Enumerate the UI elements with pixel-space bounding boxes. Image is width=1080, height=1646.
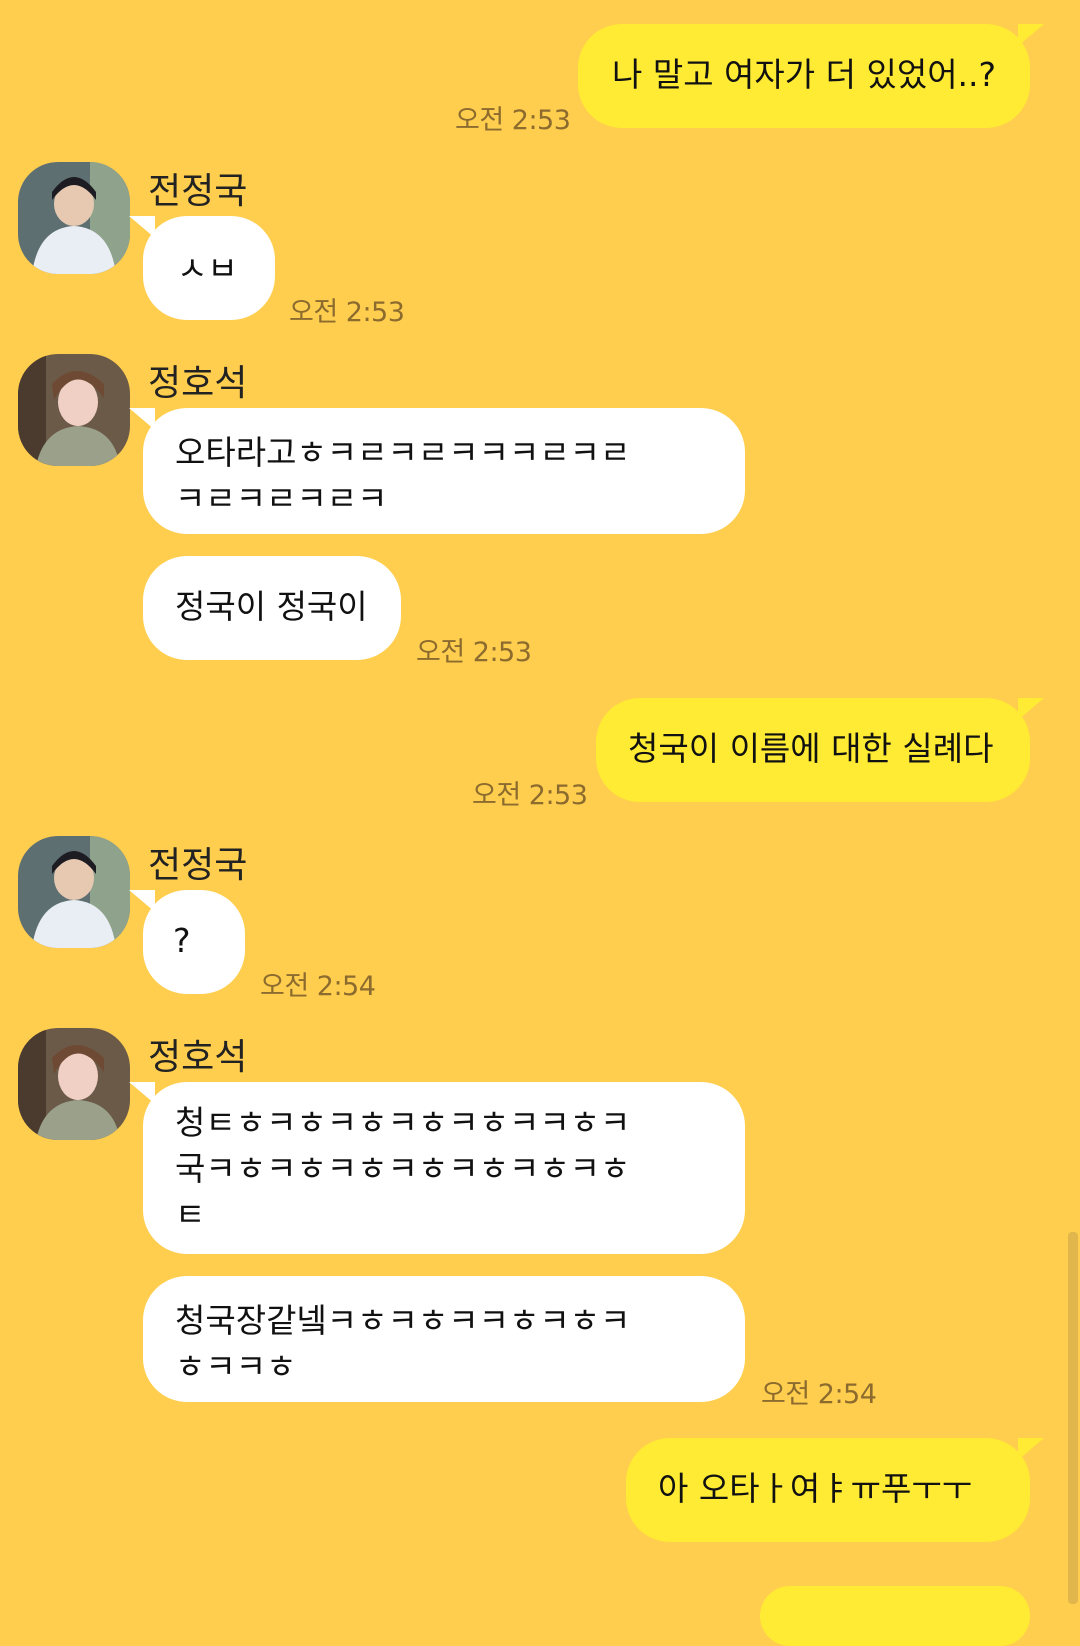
message-text: 정국이 정국이 (175, 587, 368, 626)
incoming-message-bubble[interactable]: ? (129, 890, 245, 994)
bubble-tail (1018, 24, 1044, 46)
profile-photo-icon (18, 1028, 130, 1140)
message-text: ㅅㅂ (177, 249, 238, 288)
incoming-message-bubble[interactable]: 청국장같넼ㅋㅎㅋㅎㅋㅋㅎㅋㅎㅋ ㅎㅋㅋㅎ (143, 1276, 745, 1402)
bubble-tail (129, 1082, 155, 1104)
message-timestamp: 오전 2:54 (761, 1379, 877, 1410)
outgoing-message-bubble[interactable]: 나 말고 여자가 더 있었어..? (578, 24, 1044, 128)
message-text: 아 오타ㅏ여ㅑㅠ푸ㅜㅜ (658, 1469, 973, 1508)
message-text: 청ㅌㅎㅋㅎㅋㅎㅋㅎㅋㅎㅋㅋㅎㅋ (175, 1103, 631, 1142)
bubble-tail (129, 408, 155, 430)
message-text: 청국이 이름에 대한 실례다 (628, 729, 994, 768)
avatar-hoseok[interactable] (18, 354, 130, 466)
bubble-tail (1018, 1438, 1044, 1460)
incoming-message-bubble[interactable]: 청ㅌㅎㅋㅎㅋㅎㅋㅎㅋㅎㅋㅋㅎㅋ 국ㅋㅎㅋㅎㅋㅎㅋㅎㅋㅎㅋㅎㅋㅎ ㅌ (129, 1082, 745, 1254)
message-text: ㅎㅋㅋㅎ (175, 1347, 297, 1386)
message-timestamp: 오전 2:53 (289, 297, 405, 328)
message-timestamp: 오전 2:54 (260, 971, 376, 1002)
outgoing-message-bubble[interactable]: 아 오타ㅏ여ㅑㅠ푸ㅜㅜ (626, 1438, 1044, 1542)
message-text: ㅌ (175, 1195, 206, 1234)
message-text: 국ㅋㅎㅋㅎㅋㅎㅋㅎㅋㅎㅋㅎㅋㅎ (175, 1149, 631, 1188)
message-timestamp: 오전 2:53 (455, 105, 571, 136)
sender-name: 전정국 (148, 845, 248, 886)
sender-name: 정호석 (148, 1037, 248, 1078)
message-text: ? (173, 921, 191, 960)
avatar-jungkook[interactable] (18, 162, 130, 274)
bubble-tail (129, 216, 155, 238)
outgoing-message-bubble-partial (760, 1586, 1030, 1646)
profile-photo-icon (18, 836, 130, 948)
avatar-jungkook[interactable] (18, 836, 130, 948)
sender-name: 전정국 (148, 171, 248, 212)
incoming-message-bubble[interactable]: 정국이 정국이 (143, 556, 401, 660)
bubble-tail (129, 890, 155, 912)
bubble-tail (1018, 698, 1044, 720)
outgoing-message-bubble[interactable]: 청국이 이름에 대한 실례다 (596, 698, 1044, 802)
sender-name: 정호석 (148, 363, 248, 404)
profile-photo-icon (18, 162, 130, 274)
incoming-message-bubble[interactable]: 오타라고ㅎㅋㄹㅋㄹㅋㅋㅋㄹㅋㄹ ㅋㄹㅋㄹㅋㄹㅋ (129, 408, 745, 534)
avatar-hoseok[interactable] (18, 1028, 130, 1140)
profile-photo-icon (18, 354, 130, 466)
incoming-message-bubble[interactable]: ㅅㅂ (129, 216, 275, 320)
scrollbar[interactable] (1068, 1232, 1078, 1604)
message-text: 나 말고 여자가 더 있었어..? (612, 55, 997, 94)
message-text: ㅋㄹㅋㄹㅋㄹㅋ (175, 479, 388, 518)
message-timestamp: 오전 2:53 (416, 637, 532, 668)
message-text: 청국장같넼ㅋㅎㅋㅎㅋㅋㅎㅋㅎㅋ (175, 1301, 631, 1340)
message-text: 오타라고ㅎㅋㄹㅋㄹㅋㅋㅋㄹㅋㄹ (175, 433, 631, 472)
message-timestamp: 오전 2:53 (472, 780, 588, 811)
